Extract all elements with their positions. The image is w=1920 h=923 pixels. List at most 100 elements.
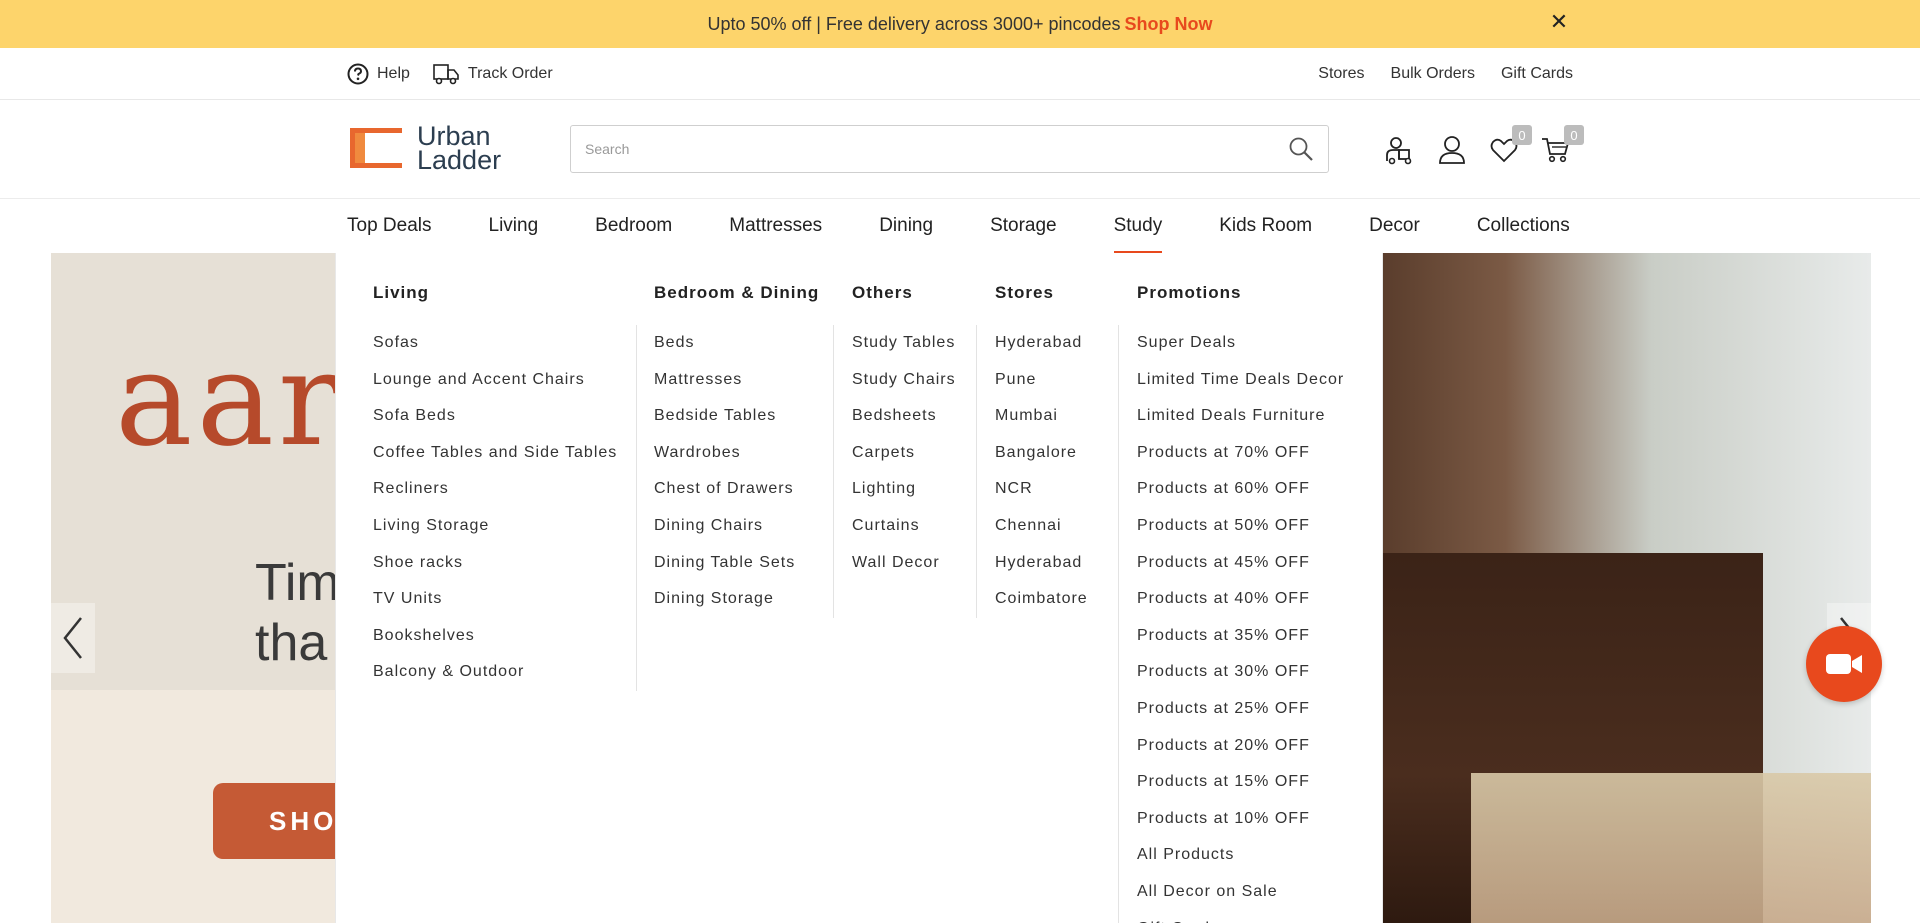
- menu-item[interactable]: Products at 15% OFF: [1137, 764, 1344, 801]
- gift-cards-link[interactable]: Gift Cards: [1501, 65, 1573, 83]
- menu-item[interactable]: Products at 45% OFF: [1137, 545, 1344, 582]
- bulk-orders-link[interactable]: Bulk Orders: [1391, 65, 1475, 83]
- promo-bar: Upto 50% off | Free delivery across 3000…: [0, 0, 1920, 48]
- menu-item[interactable]: Dining Chairs: [654, 508, 795, 545]
- menu-item[interactable]: Sofas: [373, 325, 617, 362]
- menu-item[interactable]: Dining Table Sets: [654, 545, 795, 582]
- menu-item[interactable]: Products at 30% OFF: [1137, 654, 1344, 691]
- nav-living[interactable]: Living: [489, 199, 539, 253]
- menu-item[interactable]: Limited Time Deals Decor: [1137, 362, 1344, 399]
- menu-item[interactable]: Bangalore: [995, 435, 1088, 472]
- menu-item[interactable]: Study Chairs: [852, 362, 956, 399]
- menu-item[interactable]: Shoe racks: [373, 545, 617, 582]
- help-label: Help: [377, 65, 410, 82]
- user-icon: [1439, 136, 1465, 164]
- hero-subtitle-line-1: Tim: [255, 554, 340, 612]
- menu-item[interactable]: Chest of Drawers: [654, 471, 795, 508]
- help-link[interactable]: Help: [347, 63, 410, 85]
- profile-button[interactable]: [1436, 134, 1468, 166]
- menu-heading-stores: Stores: [995, 283, 1054, 302]
- menu-item[interactable]: All Decor on Sale: [1137, 874, 1344, 911]
- cart-count-badge: 0: [1564, 125, 1584, 145]
- cart-button[interactable]: 0: [1540, 125, 1584, 166]
- shop-now-link[interactable]: Shop Now: [1125, 14, 1213, 35]
- nav-mattresses[interactable]: Mattresses: [729, 199, 822, 253]
- menu-item[interactable]: Products at 25% OFF: [1137, 691, 1344, 728]
- delivery-button[interactable]: [1384, 134, 1416, 166]
- menu-item[interactable]: Products at 40% OFF: [1137, 581, 1344, 618]
- menu-item[interactable]: Chennai: [995, 508, 1088, 545]
- nav-decor[interactable]: Decor: [1369, 199, 1420, 253]
- nav-top-deals[interactable]: Top Deals: [347, 199, 432, 253]
- video-camera-icon: [1826, 654, 1862, 674]
- menu-item[interactable]: Living Storage: [373, 508, 617, 545]
- menu-item[interactable]: NCR: [995, 471, 1088, 508]
- menu-item[interactable]: Coffee Tables and Side Tables: [373, 435, 617, 472]
- menu-item[interactable]: Mattresses: [654, 362, 795, 399]
- menu-item[interactable]: Hyderabad: [995, 325, 1088, 362]
- menu-item[interactable]: Products at 35% OFF: [1137, 618, 1344, 655]
- utility-bar: Help Track Order Stores Bulk Orders Gift…: [0, 48, 1920, 100]
- menu-item[interactable]: Carpets: [852, 435, 956, 472]
- menu-item[interactable]: Coimbatore: [995, 581, 1088, 618]
- menu-item[interactable]: Products at 10% OFF: [1137, 801, 1344, 838]
- menu-item[interactable]: Limited Deals Furniture: [1137, 398, 1344, 435]
- truck-icon: [433, 64, 459, 85]
- nav-bedroom[interactable]: Bedroom: [595, 199, 672, 253]
- search-input[interactable]: [585, 141, 1288, 157]
- wishlist-count-badge: 0: [1512, 125, 1532, 145]
- menu-item[interactable]: Wardrobes: [654, 435, 795, 472]
- menu-item[interactable]: Curtains: [852, 508, 956, 545]
- nav-storage[interactable]: Storage: [990, 199, 1057, 253]
- menu-item[interactable]: Bookshelves: [373, 618, 617, 655]
- track-order-label: Track Order: [467, 65, 553, 82]
- menu-item[interactable]: Mumbai: [995, 398, 1088, 435]
- menu-item[interactable]: All Products: [1137, 837, 1344, 874]
- hero-subtitle: Tim tha: [255, 553, 340, 673]
- menu-heading-living: Living: [373, 283, 430, 302]
- promo-text: Upto 50% off | Free delivery across 3000…: [707, 13, 1121, 34]
- main-header: Urban Ladder Search 0 0: [0, 100, 1920, 199]
- wishlist-button[interactable]: 0: [1488, 125, 1532, 166]
- mega-menu: Living Sofas Lounge and Accent Chairs So…: [335, 253, 1383, 923]
- menu-heading-others: Others: [852, 283, 913, 302]
- menu-item[interactable]: Hyderabad: [995, 545, 1088, 582]
- menu-item[interactable]: Products at 70% OFF: [1137, 435, 1344, 472]
- menu-item[interactable]: Products at 50% OFF: [1137, 508, 1344, 545]
- menu-item[interactable]: Lighting: [852, 471, 956, 508]
- menu-item[interactable]: Super Deals: [1137, 325, 1344, 362]
- menu-item[interactable]: TV Units: [373, 581, 617, 618]
- category-nav: Top Deals Living Bedroom Mattresses Dini…: [0, 199, 1920, 253]
- close-icon[interactable]: ✕: [1548, 9, 1570, 34]
- menu-item[interactable]: Sofa Beds: [373, 398, 617, 435]
- stores-link[interactable]: Stores: [1318, 65, 1364, 83]
- nav-kids-room[interactable]: Kids Room: [1219, 199, 1312, 253]
- logo-line-2: Ladder: [417, 145, 502, 175]
- menu-item[interactable]: Dining Storage: [654, 581, 795, 618]
- menu-item[interactable]: Products at 20% OFF: [1137, 728, 1344, 765]
- menu-item[interactable]: Bedsheets: [852, 398, 956, 435]
- carousel-prev-button[interactable]: [51, 603, 95, 673]
- logo[interactable]: Urban Ladder: [347, 122, 512, 174]
- menu-item[interactable]: Beds: [654, 325, 795, 362]
- track-order-link[interactable]: Track Order: [432, 62, 553, 86]
- nav-dining[interactable]: Dining: [879, 199, 933, 253]
- menu-heading-promotions: Promotions: [1137, 283, 1242, 302]
- nav-study[interactable]: Study: [1113, 199, 1162, 253]
- hero-rug: [1471, 773, 1871, 923]
- help-icon: [347, 63, 369, 85]
- hero-subtitle-line-2: tha: [255, 614, 328, 672]
- menu-item[interactable]: Lounge and Accent Chairs: [373, 362, 617, 399]
- menu-item[interactable]: Recliners: [373, 471, 617, 508]
- menu-item[interactable]: Pune: [995, 362, 1088, 399]
- logo-mark: [347, 125, 405, 171]
- menu-item[interactable]: Wall Decor: [852, 545, 956, 582]
- menu-item[interactable]: Products at 60% OFF: [1137, 471, 1344, 508]
- menu-item[interactable]: Bedside Tables: [654, 398, 795, 435]
- menu-item[interactable]: Study Tables: [852, 325, 956, 362]
- menu-item[interactable]: Gift Card: [1137, 911, 1344, 923]
- menu-item[interactable]: Balcony & Outdoor: [373, 654, 617, 691]
- nav-collections[interactable]: Collections: [1477, 199, 1570, 253]
- search-icon[interactable]: [1288, 136, 1314, 162]
- video-call-button[interactable]: [1806, 626, 1882, 702]
